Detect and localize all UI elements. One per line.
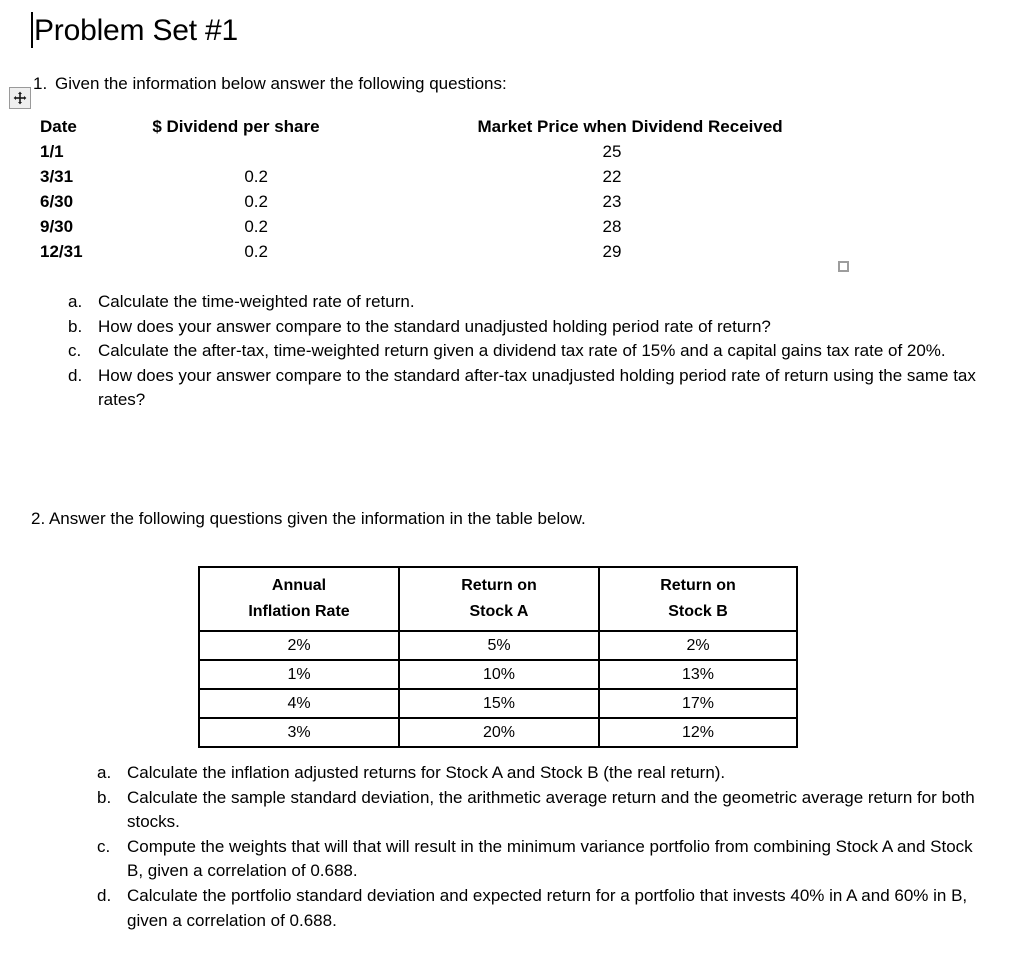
cell-dividend: 0.2: [244, 167, 268, 186]
cell-market-price: 25: [602, 142, 622, 161]
column-header-inflation: Annual Inflation Rate: [198, 566, 400, 632]
cell-date: 6/30: [40, 192, 74, 211]
list-item-marker: b.: [97, 787, 112, 807]
stocks-table: Annual Inflation Rate Return on Stock A …: [198, 566, 798, 748]
column-header-stock-a-line1: Return on: [461, 577, 537, 594]
cell-dividend: 0.2: [244, 217, 268, 236]
list-item: d. How does your answer compare to the s…: [68, 364, 978, 413]
table-header-row: Annual Inflation Rate Return on Stock A …: [198, 566, 798, 632]
list-item-marker: d.: [68, 365, 83, 385]
column-header-stock-a-line2: Stock A: [469, 603, 529, 620]
cell-dividend: 0.2: [244, 192, 268, 211]
column-header-inflation-line1: Annual: [271, 577, 327, 594]
cell-stock-b: 12%: [598, 717, 798, 748]
table-header-row: Date $ Dividend per share Market Price w…: [40, 114, 830, 139]
list-item: b. Calculate the sample standard deviati…: [97, 786, 987, 835]
document-page: Problem Set #1 1. Given the information b…: [0, 0, 1024, 967]
table-row: 2% 5% 2%: [198, 630, 798, 661]
column-header-dividend: $ Dividend per share: [152, 117, 320, 136]
cell-stock-b: 2%: [598, 630, 798, 661]
cell-dividend: 0.2: [244, 242, 268, 261]
list-item: a. Calculate the time-weighted rate of r…: [68, 290, 978, 315]
cell-market-price: 23: [602, 192, 622, 211]
table-row: 1% 10% 13%: [198, 659, 798, 690]
move-handle-icon[interactable]: [9, 87, 31, 109]
list-item: d. Calculate the portfolio standard devi…: [97, 884, 987, 933]
column-header-inflation-line2: Inflation Rate: [248, 603, 350, 620]
cell-inflation: 2%: [198, 630, 400, 661]
list-item-marker: a.: [97, 763, 112, 782]
column-header-stock-b: Return on Stock B: [598, 566, 798, 632]
list-item: c. Compute the weights that will that wi…: [97, 835, 987, 884]
list-item-text: Calculate the inflation adjusted returns…: [127, 763, 726, 782]
list-item: b. How does your answer compare to the s…: [68, 315, 978, 340]
cell-inflation: 1%: [198, 659, 400, 690]
cell-date: 12/31: [40, 242, 83, 261]
cell-stock-b: 17%: [598, 688, 798, 719]
text-caret: [31, 12, 33, 48]
cell-date: 9/30: [40, 217, 74, 236]
resize-handle-icon[interactable]: [838, 261, 849, 272]
question-1-text: Given the information below answer the f…: [55, 74, 507, 93]
list-item-text: Calculate the after-tax, time-weighted r…: [98, 341, 946, 361]
cell-inflation: 3%: [198, 717, 400, 748]
cell-stock-b: 13%: [598, 659, 798, 690]
list-item-marker: b.: [68, 316, 83, 336]
cell-date: 1/1: [40, 142, 64, 161]
cell-market-price: 29: [602, 242, 622, 261]
dividend-table: Date $ Dividend per share Market Price w…: [40, 114, 830, 264]
cell-stock-a: 5%: [398, 630, 600, 661]
table-row: 3% 20% 12%: [198, 717, 798, 748]
question-1-prompt: 1. Given the information below answer the…: [33, 73, 507, 95]
column-header-market-price: Market Price when Dividend Received: [477, 117, 783, 136]
question-1-number: 1.: [33, 74, 48, 93]
page-title: Problem Set #1: [34, 14, 238, 47]
cell-date: 3/31: [40, 167, 74, 186]
dividend-table-head: Date $ Dividend per share Market Price w…: [40, 114, 830, 139]
list-item: a. Calculate the inflation adjusted retu…: [97, 761, 987, 786]
column-header-stock-b-line2: Stock B: [668, 603, 728, 620]
list-item-text: Calculate the portfolio standard deviati…: [127, 885, 968, 930]
stocks-table-body: 2% 5% 2% 1% 10% 13% 4% 15% 17% 3% 20% 12…: [198, 630, 798, 748]
question-2-prompt: 2. Answer the following questions given …: [31, 509, 586, 528]
table-row: 1/1 25: [40, 139, 830, 164]
column-header-stock-b-line1: Return on: [660, 577, 736, 594]
list-item-marker: a.: [68, 292, 83, 311]
table-row: 6/30 0.2 23: [40, 189, 830, 214]
cell-stock-a: 10%: [398, 659, 600, 690]
list-item-text: How does your answer compare to the stan…: [98, 316, 771, 336]
column-header-stock-a: Return on Stock A: [398, 566, 600, 632]
column-header-date: Date: [40, 117, 77, 136]
cell-dividend: [152, 139, 447, 164]
cell-market-price: 22: [602, 167, 622, 186]
list-item: c. Calculate the after-tax, time-weighte…: [68, 339, 978, 364]
cell-market-price: 28: [602, 217, 622, 236]
list-item-text: Compute the weights that will that will …: [127, 836, 973, 881]
stocks-table-head: Annual Inflation Rate Return on Stock A …: [198, 566, 798, 632]
list-item-text: Calculate the time-weighted rate of retu…: [98, 292, 415, 311]
table-row: 9/30 0.2 28: [40, 214, 830, 239]
cell-stock-a: 15%: [398, 688, 600, 719]
cell-inflation: 4%: [198, 688, 400, 719]
table-row: 3/31 0.2 22: [40, 164, 830, 189]
cell-stock-a: 20%: [398, 717, 600, 748]
question-2-subquestion-list: a. Calculate the inflation adjusted retu…: [97, 761, 987, 933]
table-row: 4% 15% 17%: [198, 688, 798, 719]
list-item-marker: d.: [97, 885, 112, 905]
list-item-marker: c.: [97, 836, 111, 856]
list-item-text: Calculate the sample standard deviation,…: [127, 787, 975, 832]
list-item-marker: c.: [68, 341, 82, 361]
list-item-text: How does your answer compare to the stan…: [98, 365, 976, 410]
question-1-subquestion-list: a. Calculate the time-weighted rate of r…: [68, 290, 978, 413]
table-row: 12/31 0.2 29: [40, 239, 830, 264]
dividend-table-body: 1/1 25 3/31 0.2 22 6/30 0.2 23 9/30 0.2 …: [40, 139, 830, 264]
